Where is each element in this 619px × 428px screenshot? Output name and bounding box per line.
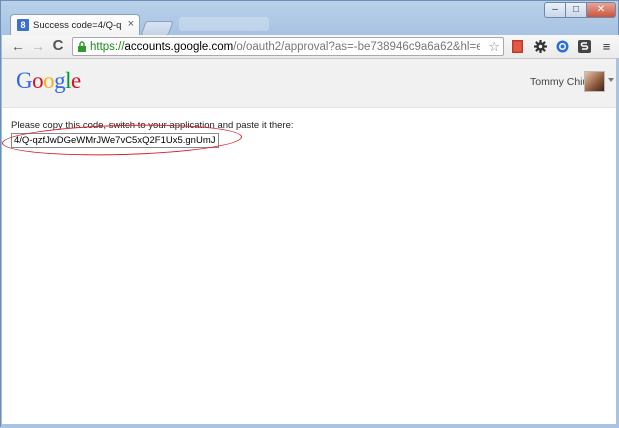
browser-window: 8 Success code=4/Q-qzfJwDGe × – □ ✕ ← → … xyxy=(0,0,619,428)
logo-letter: o xyxy=(32,68,44,93)
logo-letter: G xyxy=(16,68,33,93)
logo-letter: o xyxy=(43,68,55,93)
tab-title: Success code=4/Q-qzfJwDGe xyxy=(33,20,121,31)
window-border-bottom xyxy=(1,424,619,428)
tab-strip-background xyxy=(179,17,269,31)
gear-icon[interactable] xyxy=(533,39,548,54)
url-text[interactable]: https://accounts.google.com/o/oauth2/app… xyxy=(90,40,480,54)
book-extension-icon[interactable] xyxy=(510,39,525,54)
new-tab-button[interactable] xyxy=(140,21,174,36)
tab-success-code[interactable]: 8 Success code=4/Q-qzfJwDGe × xyxy=(10,14,140,35)
s-extension-icon[interactable] xyxy=(577,39,592,54)
account-dropdown-caret-icon[interactable] xyxy=(608,78,614,82)
url-scheme: https:// xyxy=(90,41,125,53)
url-host: accounts.google.com xyxy=(124,41,234,53)
minimize-button[interactable]: – xyxy=(544,2,566,18)
close-window-button[interactable]: ✕ xyxy=(586,2,616,18)
browser-toolbar: ← → C https://accounts.google.com/o/oaut… xyxy=(2,35,619,59)
lock-icon xyxy=(78,41,86,52)
google-favicon-icon: 8 xyxy=(17,19,29,31)
reload-icon[interactable]: C xyxy=(50,38,66,54)
menu-icon[interactable]: ≡ xyxy=(599,39,614,54)
google-logo[interactable]: Google xyxy=(16,68,81,94)
address-bar[interactable]: https://accounts.google.com/o/oauth2/app… xyxy=(72,37,504,56)
logo-letter: g xyxy=(54,68,66,93)
tab-close-icon[interactable]: × xyxy=(128,18,134,31)
logo-letter: e xyxy=(71,68,81,93)
phone-extension-icon[interactable] xyxy=(555,39,570,54)
url-path: /o/oauth2/approval?as=-be738946c9a6a62&h… xyxy=(233,41,480,53)
star-icon[interactable]: ☆ xyxy=(488,39,500,54)
page-content: Google Tommy Chiu Please copy this code,… xyxy=(1,59,616,424)
forward-icon[interactable]: → xyxy=(30,38,46,54)
maximize-button[interactable]: □ xyxy=(565,2,587,18)
account-username[interactable]: Tommy Chiu xyxy=(530,76,588,88)
avatar[interactable] xyxy=(584,71,605,92)
google-header: Google Tommy Chiu xyxy=(2,59,616,108)
back-icon[interactable]: ← xyxy=(10,38,26,54)
